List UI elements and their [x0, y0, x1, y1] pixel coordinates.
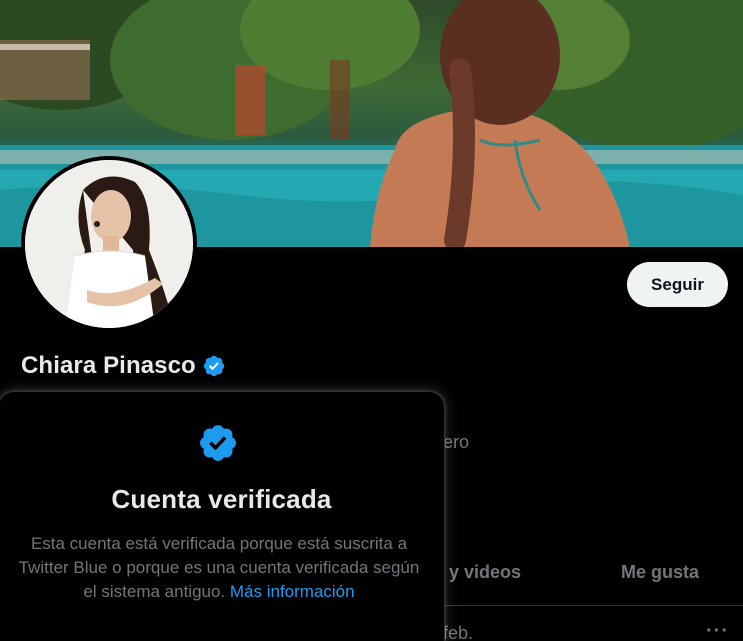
hovercard-body: Esta cuenta está verificada porque está …: [17, 532, 421, 604]
join-date-fragment: ero: [443, 432, 470, 452]
profile-avatar[interactable]: [21, 156, 197, 332]
follow-button[interactable]: Seguir: [627, 262, 728, 307]
profile-name: Chiara Pinasco: [21, 352, 226, 380]
tabs-divider: [445, 605, 743, 606]
tab-likes[interactable]: Me gusta: [621, 562, 699, 583]
hovercard-description: Esta cuenta está verificada porque está …: [18, 534, 420, 601]
verified-badge-icon: [197, 422, 239, 464]
tweet-date: feb.: [443, 623, 474, 641]
tab-media[interactable]: s y videos: [434, 562, 521, 583]
more-options-icon[interactable]: ···: [706, 620, 729, 641]
verified-badge-icon[interactable]: [202, 354, 226, 378]
hovercard-title: Cuenta verificada: [111, 484, 332, 514]
avatar-photo: [25, 160, 193, 328]
verified-hovercard: Cuenta verificada Esta cuenta está verif…: [0, 391, 445, 641]
profile-name-text: Chiara Pinasco: [21, 352, 196, 379]
more-info-link[interactable]: Más información: [230, 582, 355, 601]
